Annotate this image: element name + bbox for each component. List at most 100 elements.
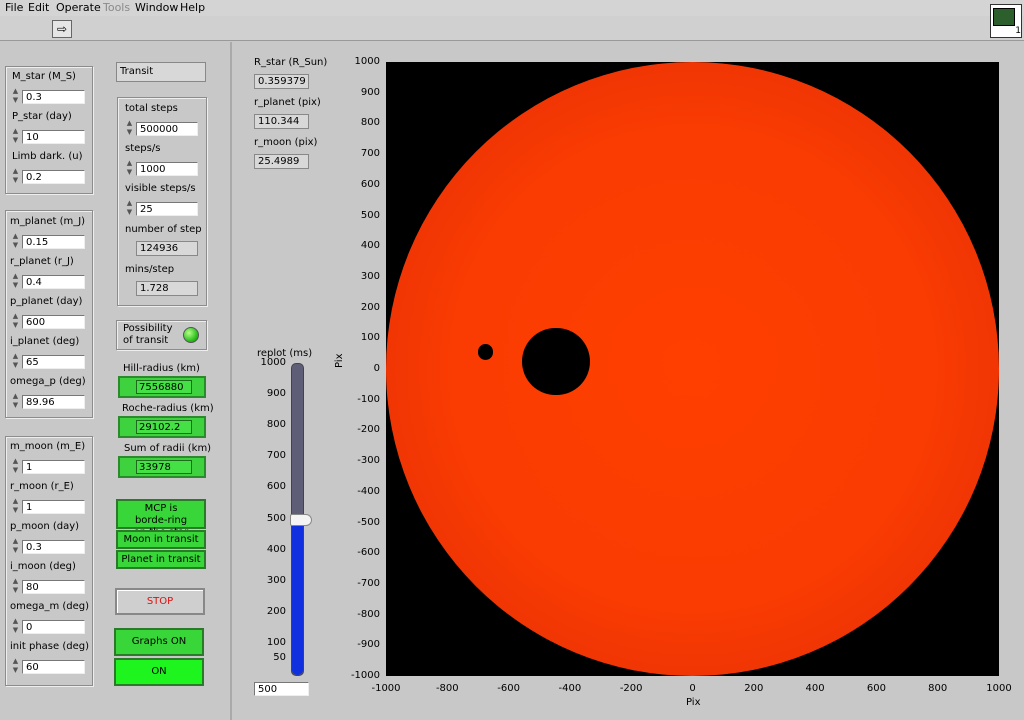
r-planet-pix-label: r_planet (pix) <box>254 97 321 108</box>
x-tick-label: -200 <box>619 683 643 694</box>
star-disk <box>386 62 999 676</box>
mode-indicator: Transit <box>116 62 206 82</box>
i-moon-input[interactable]: 80 <box>22 580 85 594</box>
graphs-on-button[interactable]: Graphs ON <box>114 628 204 656</box>
stop-button[interactable]: STOP <box>115 588 205 615</box>
menu-edit[interactable]: Edit <box>28 1 49 14</box>
m-moon-spin[interactable]: ▲ ▼ <box>11 457 20 477</box>
limb-spin[interactable]: ▲ ▼ <box>11 167 20 187</box>
i-planet-spin[interactable]: ▲ ▼ <box>11 352 20 372</box>
omega-m-spin[interactable]: ▲ ▼ <box>11 617 20 637</box>
vi-icon-graphic <box>993 8 1015 26</box>
roche-radius-value: 29102.2 <box>136 420 192 434</box>
plot-area[interactable] <box>386 62 999 676</box>
r-moon-spin[interactable]: ▲ ▼ <box>11 497 20 517</box>
menu-bar: File Edit Operate Tools Window Help <box>0 0 1024 17</box>
hill-radius-box: 7556880 <box>118 376 206 398</box>
replot-value-input[interactable]: 500 <box>254 682 309 696</box>
menu-window[interactable]: Window <box>135 1 178 14</box>
x-tick-label: 200 <box>744 683 764 694</box>
moon-in-transit-indicator: Moon in transit <box>116 530 206 549</box>
visible-steps-input[interactable]: 25 <box>136 202 198 216</box>
y-tick-label: -100 <box>357 393 380 405</box>
x-tick-label: -1000 <box>371 683 401 694</box>
y-tick-label: 700 <box>360 148 380 160</box>
menu-operate[interactable]: Operate <box>56 1 101 14</box>
steps-per-s-input[interactable]: 1000 <box>136 162 198 176</box>
omega-m-input[interactable]: 0 <box>22 620 85 634</box>
p-star-spin[interactable]: ▲ ▼ <box>11 127 20 147</box>
i-moon-label: i_moon (deg) <box>10 561 76 572</box>
x-tick-label: -800 <box>435 683 459 694</box>
total-steps-spin[interactable]: ▲ ▼ <box>125 119 134 139</box>
replot-tick-label: 1000 <box>260 357 286 368</box>
y-tick-label: -400 <box>357 485 380 497</box>
i-moon-spin[interactable]: ▲ ▼ <box>11 577 20 597</box>
planet-disk <box>522 327 590 396</box>
p-planet-input[interactable]: 600 <box>22 315 85 329</box>
panel-separator <box>230 42 232 720</box>
y-tick-label: -900 <box>357 639 380 651</box>
replot-tick-label: 800 <box>266 419 286 431</box>
r-moon-pix-label: r_moon (pix) <box>254 137 318 148</box>
visible-steps-spin[interactable]: ▲ ▼ <box>125 199 134 219</box>
y-tick-label: -700 <box>357 577 380 589</box>
total-steps-input[interactable]: 500000 <box>136 122 198 136</box>
omega-p-input[interactable]: 89.96 <box>22 395 85 409</box>
x-tick-label: -400 <box>558 683 582 694</box>
i-planet-input[interactable]: 65 <box>22 355 85 369</box>
init-phase-label: init phase (deg) <box>10 641 89 652</box>
y-tick-label: 0 <box>373 363 380 374</box>
run-arrow-icon: ⇨ <box>56 22 68 36</box>
p-moon-input[interactable]: 0.3 <box>22 540 85 554</box>
r-star-label: R_star (R_Sun) <box>254 57 328 68</box>
replot-slider-thumb[interactable] <box>290 513 312 526</box>
steps-per-s-label: steps/s <box>125 143 161 154</box>
replot-tick-label: 100 <box>266 636 286 648</box>
omega-p-spin[interactable]: ▲ ▼ <box>11 392 20 412</box>
on-button[interactable]: ON <box>114 658 204 686</box>
r-planet-pix-value: 110.344 <box>254 114 309 129</box>
sum-radii-label: Sum of radii (km) <box>124 443 212 454</box>
r-moon-input[interactable]: 1 <box>22 500 85 514</box>
init-phase-input[interactable]: 60 <box>22 660 85 674</box>
mins-step-label: mins/step <box>125 264 175 275</box>
number-of-step-label: number of step <box>125 224 202 235</box>
roche-radius-label: Roche-radius (km) <box>122 403 214 414</box>
run-arrow-button[interactable]: ⇨ <box>52 20 72 38</box>
p-star-input[interactable]: 10 <box>22 130 85 144</box>
m-planet-input[interactable]: 0.15 <box>22 235 85 249</box>
steps-per-s-spin[interactable]: ▲ ▼ <box>125 159 134 179</box>
limb-input[interactable]: 0.2 <box>22 170 85 184</box>
plot-y-axis-ticks: 1000 900 800 700 600 500 400 300 200 100 0 -100 -200… <box>340 56 382 686</box>
menu-tools[interactable]: Tools <box>103 1 130 14</box>
p-planet-spin[interactable]: ▲ ▼ <box>11 312 20 332</box>
replot-tick-label: 700 <box>266 450 286 462</box>
m-planet-label: m_planet (m_J) <box>10 216 86 227</box>
y-tick-label: 300 <box>360 270 380 282</box>
replot-tick-label: 200 <box>266 605 286 617</box>
replot-tick-label: 900 <box>266 388 286 400</box>
p-moon-spin[interactable]: ▲ ▼ <box>11 537 20 557</box>
x-tick-label: -600 <box>497 683 520 694</box>
m-star-input[interactable]: 0.3 <box>22 90 85 104</box>
init-phase-spin[interactable]: ▲ ▼ <box>11 657 20 677</box>
menu-help[interactable]: Help <box>180 1 205 14</box>
m-star-spin[interactable]: ▲ ▼ <box>11 87 20 107</box>
m-moon-input[interactable]: 1 <box>22 460 85 474</box>
possibility-label: Possibility of transit <box>123 323 173 346</box>
y-tick-label: 400 <box>360 240 380 252</box>
number-of-step-value: 124936 <box>136 241 198 256</box>
mcp-bordering-indicator: MCP is borde-ring on the star <box>116 499 206 538</box>
r-planet-input[interactable]: 0.4 <box>22 275 85 289</box>
r-planet-spin[interactable]: ▲ ▼ <box>11 272 20 292</box>
menu-file[interactable]: File <box>5 1 23 14</box>
y-tick-label: -300 <box>357 455 380 467</box>
y-tick-label: -1000 <box>350 670 380 681</box>
moon-disk <box>477 344 494 360</box>
mins-step-value: 1.728 <box>136 281 198 296</box>
plot-x-axis-label: Pix <box>686 697 701 708</box>
m-planet-spin[interactable]: ▲ ▼ <box>11 232 20 252</box>
omega-m-label: omega_m (deg) <box>10 601 90 612</box>
vi-icon-number: 1 <box>1015 26 1021 36</box>
